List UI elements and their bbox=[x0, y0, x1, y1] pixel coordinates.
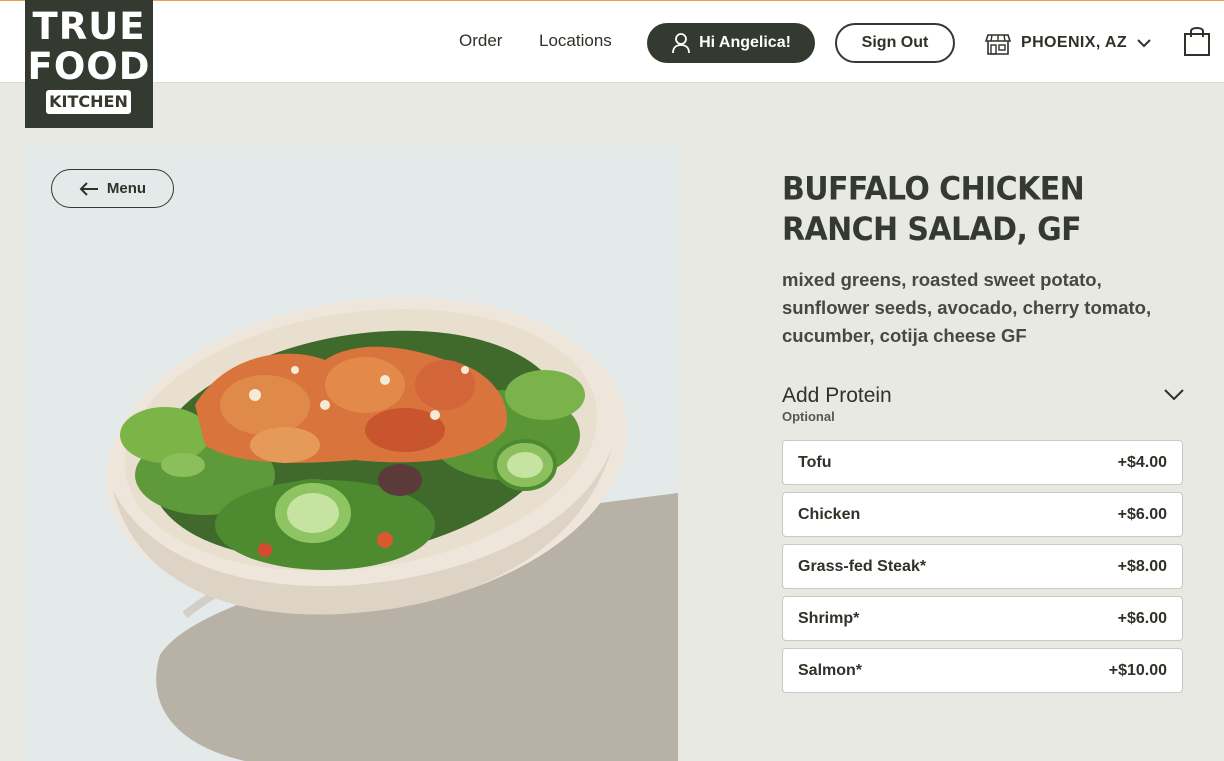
shopping-bag-button[interactable] bbox=[1183, 25, 1211, 62]
protein-option-salmon[interactable]: Salmon* +$10.00 bbox=[782, 648, 1183, 693]
salad-bowl-image bbox=[106, 297, 678, 761]
back-to-menu-button[interactable]: Menu bbox=[51, 169, 174, 208]
protein-option-price: +$4.00 bbox=[1117, 453, 1167, 471]
chevron-down-icon bbox=[1164, 389, 1184, 401]
add-protein-heading: Add Protein bbox=[782, 384, 892, 407]
shopping-bag-icon bbox=[1184, 27, 1210, 56]
protein-option-price: +$6.00 bbox=[1117, 505, 1167, 523]
protein-option-price: +$10.00 bbox=[1108, 661, 1167, 679]
protein-option-name: Chicken bbox=[798, 505, 861, 523]
chevron-down-icon bbox=[1137, 39, 1151, 48]
protein-option-name: Grass-fed Steak* bbox=[798, 557, 927, 575]
back-button-label: Menu bbox=[106, 180, 147, 197]
account-greeting: Hi Angelica! bbox=[699, 34, 791, 51]
protein-option-price: +$6.00 bbox=[1117, 609, 1167, 627]
protein-option-shrimp[interactable]: Shrimp* +$6.00 bbox=[782, 596, 1183, 641]
true-food-kitchen-logo[interactable]: TRUE FOOD KITCHEN bbox=[25, 0, 153, 128]
nav-order-link[interactable]: Order bbox=[459, 31, 502, 51]
account-button[interactable]: Hi Angelica! bbox=[647, 23, 815, 63]
protein-option-name: Tofu bbox=[798, 453, 832, 471]
protein-option-tofu[interactable]: Tofu +$4.00 bbox=[782, 440, 1183, 485]
nav-locations-link[interactable]: Locations bbox=[539, 31, 612, 51]
add-protein-optional-label: Optional bbox=[782, 409, 835, 424]
top-navigation-bar: Order Locations Hi Angelica! Sign Out PH… bbox=[0, 0, 1224, 83]
logo-line-1: TRUE bbox=[32, 5, 146, 48]
protein-option-price: +$8.00 bbox=[1117, 557, 1167, 575]
protein-option-chicken[interactable]: Chicken +$6.00 bbox=[782, 492, 1183, 537]
protein-option-steak[interactable]: Grass-fed Steak* +$8.00 bbox=[782, 544, 1183, 589]
user-icon bbox=[672, 33, 690, 54]
dish-photo: Menu bbox=[25, 145, 678, 761]
location-selector[interactable]: PHOENIX, AZ bbox=[985, 27, 1151, 59]
sign-out-button[interactable]: Sign Out bbox=[835, 23, 955, 63]
location-label: PHOENIX, AZ bbox=[1021, 34, 1128, 51]
store-icon bbox=[985, 34, 1011, 55]
item-title: BUFFALO CHICKEN RANCH SALAD, GF bbox=[782, 171, 1085, 249]
arrow-left-icon bbox=[79, 181, 98, 196]
item-description: mixed greens, roasted sweet potato, sunf… bbox=[782, 269, 1152, 346]
logo-line-3: KITCHEN bbox=[46, 90, 131, 114]
protein-option-name: Salmon* bbox=[798, 661, 863, 679]
logo-line-2: FOOD bbox=[27, 45, 151, 88]
protein-option-name: Shrimp* bbox=[798, 609, 860, 627]
add-protein-toggle[interactable]: Add Protein Optional bbox=[782, 384, 1184, 424]
